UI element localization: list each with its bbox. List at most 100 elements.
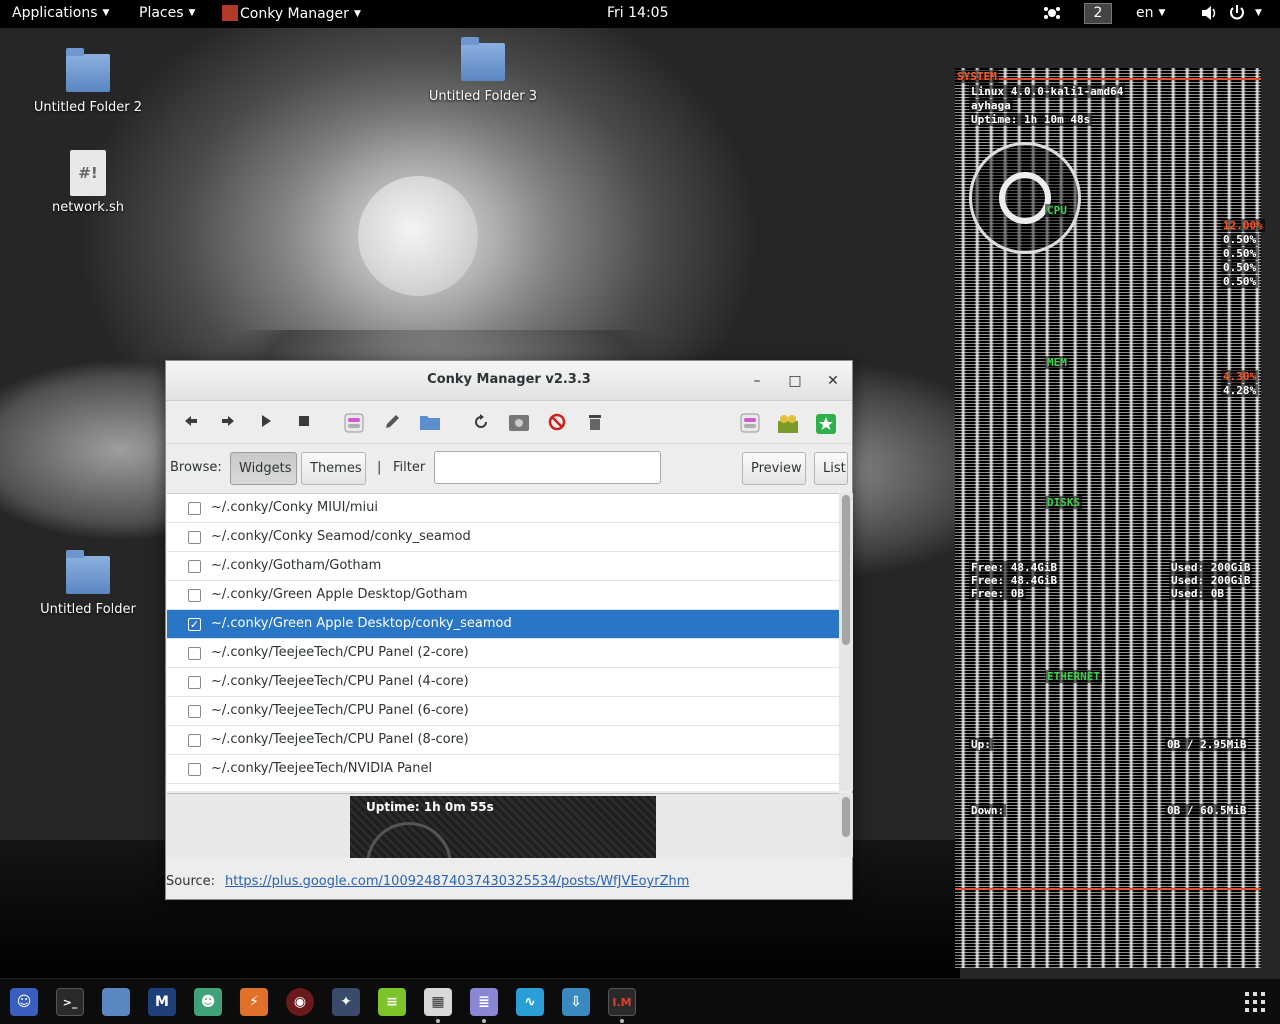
list-item[interactable]: ~/.conky/TeejeeTech/CPU Panel (4-core) bbox=[167, 668, 839, 697]
chevron-down-icon[interactable]: ▼ bbox=[1255, 8, 1262, 18]
checkbox[interactable] bbox=[188, 647, 201, 660]
scrollbar-thumb[interactable] bbox=[842, 797, 850, 837]
list-item[interactable]: ~/.conky/Gotham/Gotham bbox=[167, 552, 839, 581]
desktop-icon-folder[interactable]: Untitled Folder bbox=[23, 550, 153, 617]
checkbox[interactable] bbox=[188, 560, 201, 573]
list-item[interactable]: ~/.conky/TeejeeTech/CPU Panel (6-core) bbox=[167, 697, 839, 726]
conky-cpu-value: 0.50% bbox=[1221, 275, 1259, 288]
folder-icon[interactable] bbox=[417, 409, 443, 435]
clock[interactable]: Fri 14:05 bbox=[607, 5, 668, 21]
burp-icon[interactable]: ⚡ bbox=[240, 988, 268, 1016]
edit-icon[interactable] bbox=[379, 409, 405, 435]
close-button[interactable]: ✕ bbox=[822, 370, 844, 392]
donate-icon[interactable] bbox=[775, 409, 801, 435]
applications-menu-label: Applications bbox=[12, 5, 98, 21]
list-item[interactable]: ~/.conky/TeejeeTech/NVIDIA Panel bbox=[167, 755, 839, 784]
play-icon[interactable] bbox=[253, 409, 279, 435]
source-link[interactable]: https://plus.google.com/1009248740374303… bbox=[225, 874, 689, 889]
anime-avatar-icon[interactable]: ☻ bbox=[194, 988, 222, 1016]
script-file-icon: #! bbox=[70, 150, 106, 196]
checkbox-checked[interactable]: ✓ bbox=[188, 618, 201, 631]
delete-icon[interactable] bbox=[582, 409, 608, 435]
list-item-selected[interactable]: ✓ ~/.conky/Green Apple Desktop/conky_sea… bbox=[167, 610, 839, 639]
source-row: Source: https://plus.google.com/10092487… bbox=[166, 873, 852, 895]
widget-path: ~/.conky/Gotham/Gotham bbox=[211, 558, 382, 573]
workspace-indicator[interactable]: 2 bbox=[1084, 3, 1112, 24]
list-scrollbar[interactable] bbox=[839, 493, 853, 791]
preview-uptime-text: Uptime: 1h 0m 55s bbox=[366, 800, 494, 814]
checkbox[interactable] bbox=[188, 502, 201, 515]
screenshot-icon[interactable] bbox=[506, 409, 532, 435]
forward-icon[interactable] bbox=[215, 409, 241, 435]
list-item[interactable]: ~/.conky/TeejeeTech/CPU Panel (2-core) bbox=[167, 639, 839, 668]
volume-icon[interactable] bbox=[1200, 4, 1218, 26]
checkbox[interactable] bbox=[188, 705, 201, 718]
files-icon[interactable] bbox=[102, 988, 130, 1016]
about-star-icon[interactable] bbox=[813, 409, 839, 435]
keyboard-layout-menu[interactable]: en ▼ bbox=[1136, 5, 1165, 21]
folder-icon bbox=[66, 48, 110, 92]
app-grid-icon[interactable] bbox=[1245, 992, 1265, 1012]
maltego-icon[interactable]: ✦ bbox=[332, 988, 360, 1016]
app-menu[interactable]: Conky Manager ▼ bbox=[222, 5, 361, 22]
stop-icon[interactable] bbox=[291, 409, 317, 435]
conky-system-header: SYSTEM bbox=[955, 70, 999, 83]
checkbox[interactable] bbox=[188, 734, 201, 747]
conky-kernel: Linux 4.0.0-kali1-amd64 bbox=[969, 85, 1126, 98]
system-monitor-icon[interactable]: ∿ bbox=[516, 988, 544, 1016]
calculator-icon[interactable]: ▦ bbox=[424, 988, 452, 1016]
filter-input[interactable] bbox=[434, 451, 661, 484]
keyboard-layout-label: en bbox=[1136, 5, 1154, 21]
desktop-icon-folder-2[interactable]: Untitled Folder 2 bbox=[23, 48, 153, 115]
list-item[interactable]: ~/.conky/TeejeeTech/CPU Panel (8-core) bbox=[167, 726, 839, 755]
scrollbar-thumb[interactable] bbox=[842, 495, 850, 645]
list-item[interactable]: ~/.conky/Conky Seamod/conky_seamod bbox=[167, 523, 839, 552]
conky-divider bbox=[955, 78, 1261, 80]
conky-manager-icon[interactable]: I.M bbox=[608, 988, 636, 1016]
checkbox[interactable] bbox=[188, 531, 201, 544]
maximize-button[interactable]: □ bbox=[784, 370, 806, 392]
settings-toggle-icon[interactable] bbox=[737, 409, 763, 435]
notes-icon[interactable]: ≡ bbox=[378, 988, 406, 1016]
app-menu-label: Conky Manager bbox=[240, 6, 349, 22]
conky-cpu-value: 0.50% bbox=[1221, 261, 1259, 274]
checkbox[interactable] bbox=[188, 763, 201, 776]
preview-scrollbar[interactable] bbox=[839, 793, 853, 857]
discord-icon[interactable]: ☺ bbox=[10, 988, 38, 1016]
kill-icon[interactable] bbox=[544, 409, 570, 435]
list-item[interactable]: ~/.conky/Green Apple Desktop/Gotham bbox=[167, 581, 839, 610]
text-editor-icon[interactable]: ≣ bbox=[470, 988, 498, 1016]
preview-ring bbox=[366, 822, 452, 858]
themes-toggle-button[interactable]: Themes bbox=[301, 452, 366, 485]
power-icon[interactable] bbox=[1228, 4, 1246, 26]
conky-up-value: 0B / 2.95MiB bbox=[1165, 738, 1249, 751]
chevron-down-icon: ▼ bbox=[102, 8, 110, 18]
list-button[interactable]: List bbox=[814, 452, 848, 485]
window-titlebar[interactable]: Conky Manager v2.3.3 – □ ✕ bbox=[166, 361, 852, 401]
checkbox[interactable] bbox=[188, 676, 201, 689]
desktop-icon-folder-3[interactable]: Untitled Folder 3 bbox=[418, 37, 548, 104]
widget-path: ~/.conky/TeejeeTech/NVIDIA Panel bbox=[211, 761, 433, 776]
source-label: Source: bbox=[166, 874, 216, 889]
toggle-icon[interactable] bbox=[341, 409, 367, 435]
desktop-icon-network-sh[interactable]: #! network.sh bbox=[23, 150, 153, 215]
back-icon[interactable] bbox=[178, 409, 204, 435]
conky-down-label: Down: bbox=[969, 804, 1007, 817]
app-grid-dot bbox=[1253, 992, 1257, 996]
armitage-icon[interactable]: ◉ bbox=[286, 988, 314, 1016]
accessibility-icon[interactable] bbox=[1043, 4, 1061, 26]
metasploit-icon[interactable]: M bbox=[148, 988, 176, 1016]
downloads-icon[interactable]: ⇩ bbox=[562, 988, 590, 1016]
places-menu[interactable]: Places ▼ bbox=[139, 5, 195, 21]
conky-mem-value: 4.30% bbox=[1221, 370, 1259, 383]
conky-mem-value: 4.28% bbox=[1221, 384, 1259, 397]
list-item[interactable]: ~/.conky/Conky MIUI/miui bbox=[167, 494, 839, 523]
minimize-button[interactable]: – bbox=[746, 370, 768, 392]
widgets-toggle-button[interactable]: Widgets bbox=[230, 452, 297, 485]
applications-menu[interactable]: Applications ▼ bbox=[12, 5, 109, 21]
terminal-icon[interactable]: >_ bbox=[56, 988, 84, 1016]
refresh-icon[interactable] bbox=[468, 409, 494, 435]
conky-disk-used: Used: 200GiB bbox=[1169, 561, 1253, 574]
preview-button[interactable]: Preview bbox=[742, 452, 806, 485]
checkbox[interactable] bbox=[188, 589, 201, 602]
